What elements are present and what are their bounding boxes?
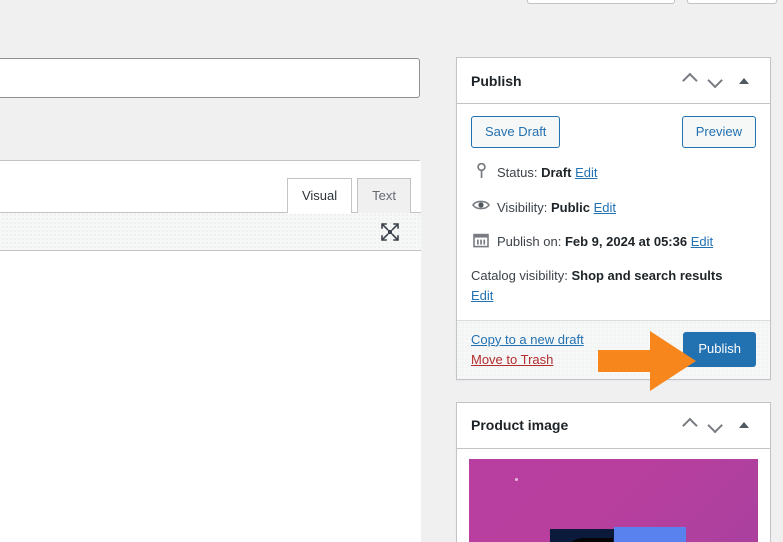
editor-mode-tabs: Visual Text (282, 178, 411, 213)
status-label: Status: (497, 165, 538, 181)
publish-on-text: Publish on: Feb 9, 2024 at 05:36 Edit (497, 231, 713, 252)
draft-preview-row: Save Draft Preview (471, 116, 756, 149)
publish-panel-header: Publish (457, 58, 770, 104)
visibility-label: Visibility: (497, 199, 548, 215)
triangle-up-icon[interactable] (730, 67, 758, 95)
status-text: Status: Draft Edit (497, 162, 597, 183)
chevron-up-icon[interactable] (674, 67, 702, 95)
copy-to-new-draft-link[interactable]: Copy to a new draft (471, 332, 584, 347)
product-image-panel-title: Product image (471, 417, 569, 434)
move-to-trash-link[interactable]: Move to Trash (471, 352, 584, 367)
publish-panel-title: Publish (471, 72, 522, 89)
thumbnail-object-blue (613, 527, 686, 542)
catalog-visibility-label: Catalog visibility: (471, 267, 568, 283)
publish-on-label: Publish on: (497, 234, 562, 250)
chevron-down-icon[interactable] (702, 411, 730, 439)
status-value: Draft (541, 165, 572, 181)
catalog-visibility-value: Shop and search results (571, 267, 723, 283)
post-status-icon (471, 163, 491, 179)
editor-column: Visual Text (0, 0, 421, 542)
publish-on-value: Feb 9, 2024 at 05:36 (564, 234, 688, 250)
secondary-actions: Copy to a new draft Move to Trash (471, 332, 584, 367)
publish-sidebar: Publish Save Draft Preview Status: Draft… (456, 0, 771, 542)
save-draft-button[interactable]: Save Draft (471, 116, 561, 149)
thumbnail-highlight (515, 478, 519, 482)
product-image-body (457, 449, 770, 542)
publish-panel-body: Save Draft Preview Status: Draft Edit Vi… (457, 104, 770, 320)
editor-toolbar (0, 213, 421, 251)
publish-button[interactable]: Publish (683, 332, 756, 367)
status-edit-link[interactable]: Edit (575, 165, 597, 180)
catalog-visibility-row: Catalog visibility: Shop and search resu… (471, 266, 756, 306)
content-editor: Visual Text (0, 160, 421, 542)
chevron-down-icon[interactable] (702, 67, 730, 95)
publish-on-edit-link[interactable]: Edit (691, 234, 713, 249)
editor-tab-bar: Visual Text (0, 161, 421, 213)
eye-icon (471, 198, 491, 212)
fullscreen-icon[interactable] (379, 221, 401, 243)
publishing-action-bar: Copy to a new draft Move to Trash Publis… (457, 319, 770, 391)
catalog-visibility-edit-link[interactable]: Edit (471, 288, 493, 303)
visibility-value: Public (550, 199, 590, 215)
product-image-panel-header: Product image (457, 403, 770, 449)
publish-panel: Publish Save Draft Preview Status: Draft… (456, 57, 771, 391)
wordpress-product-editor-screen: Visual Text Publish Save Draft Preview S… (0, 0, 783, 542)
visibility-edit-link[interactable]: Edit (594, 200, 616, 215)
status-row: Status: Draft Edit (471, 162, 756, 183)
tab-text[interactable]: Text (357, 178, 411, 213)
product-title-input[interactable] (0, 58, 420, 98)
visibility-row: Visibility: Public Edit (471, 197, 756, 218)
calendar-icon (471, 232, 491, 248)
publish-on-row: Publish on: Feb 9, 2024 at 05:36 Edit (471, 231, 756, 252)
product-image-thumbnail[interactable] (469, 458, 758, 542)
tab-visual[interactable]: Visual (286, 178, 353, 213)
chevron-up-icon[interactable] (674, 411, 702, 439)
product-image-panel: Product image (456, 401, 771, 542)
editor-content-area[interactable] (0, 251, 421, 542)
preview-button[interactable]: Preview (681, 116, 756, 149)
triangle-up-icon[interactable] (730, 411, 758, 439)
visibility-text: Visibility: Public Edit (497, 197, 616, 218)
